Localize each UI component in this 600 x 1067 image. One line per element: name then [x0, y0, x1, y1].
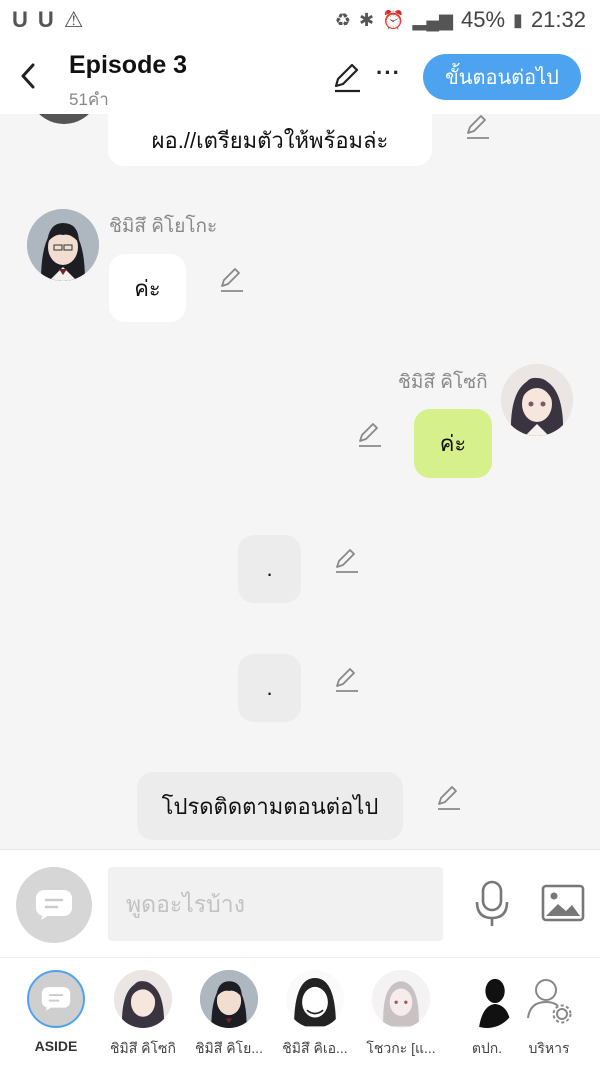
avatar: [114, 970, 172, 1028]
status-bar: U U ⚠ ♻ ✱ ⏰ ▂▄▆ 45% ▮ 21:32: [0, 0, 600, 40]
aside-avatar: [27, 970, 85, 1028]
narration-bubble[interactable]: .: [238, 535, 301, 603]
message-bubble[interactable]: ผอ.//เตรียมตัวให้พร้อมล่ะ: [108, 114, 432, 166]
message-text: ผอ.//เตรียมตัวให้พร้อมล่ะ: [151, 127, 389, 153]
narration-text: โปรดติดตามตอนต่อไป: [161, 793, 379, 819]
alarm-icon: ⏰: [382, 9, 405, 30]
narration-text: .: [266, 556, 273, 581]
chevron-left-icon: [21, 63, 35, 89]
status-right: ♻ ✱ ⏰ ▂▄▆ 45% ▮ 21:32: [335, 7, 586, 33]
signal-icon: ▂▄▆: [412, 9, 453, 30]
character-label: ASIDE: [34, 1038, 78, 1054]
edit-message-icon[interactable]: [218, 267, 244, 293]
character-item[interactable]: ชิมิสึ คิโย...: [186, 970, 272, 1060]
character-label: โชวกะ [แ...: [366, 1040, 436, 1056]
message-text: ค่ะ: [134, 275, 161, 301]
character-name: ชิมิสึ คิโยโกะ: [109, 216, 218, 237]
character-label: ชิมิสึ คิโซกิ: [109, 1040, 177, 1056]
page-title: Episode 3: [69, 51, 188, 79]
character-portrait: [501, 364, 573, 436]
avatar: [200, 970, 258, 1028]
edit-pencil-icon[interactable]: [330, 62, 362, 94]
character-item[interactable]: ชิมิสึ คิเอ...: [272, 970, 358, 1060]
chat-bubble-icon: [36, 890, 72, 920]
chat-area: ผอ.//เตรียมตัวให้พร้อมล่ะ ชิมิสึ คิโยโกะ…: [0, 114, 600, 849]
narration-bubble[interactable]: .: [238, 654, 301, 722]
character-portrait: [286, 970, 344, 1028]
status-left-icons: U U ⚠: [12, 7, 84, 33]
battery-saver-icon: ♻: [334, 9, 352, 30]
notification-u-icon: U: [12, 7, 28, 32]
avatar: [28, 114, 100, 124]
bluetooth-icon: ✱: [359, 9, 375, 30]
next-step-button[interactable]: ขั้นตอนต่อไป: [423, 54, 581, 100]
battery-icon: ▮: [513, 9, 523, 30]
user-settings-icon: [527, 979, 572, 1024]
character-bar: ASIDE ชิมิสึ คิโซกิ ชิมิสึ คิโย... ชิมิส…: [0, 957, 600, 1067]
back-button[interactable]: [14, 60, 42, 92]
more-options-icon[interactable]: ···: [376, 60, 401, 86]
character-portrait: [114, 970, 172, 1028]
character-label: บริหาร: [528, 1040, 570, 1056]
microphone-icon[interactable]: [471, 880, 513, 928]
message-bubble[interactable]: ค่ะ: [109, 254, 186, 322]
clock: 21:32: [530, 7, 586, 32]
avatar: [372, 970, 430, 1028]
manage-icon-wrap: [520, 970, 578, 1028]
narration-mode-button[interactable]: [16, 867, 92, 943]
character-label: ชิมิสึ คิเอ...: [282, 1040, 348, 1056]
warning-icon: ⚠: [63, 7, 84, 32]
battery-percent: 45%: [460, 7, 506, 32]
avatar: [501, 364, 573, 436]
character-aside[interactable]: ASIDE: [13, 970, 99, 1054]
notification-u-icon: U: [37, 7, 54, 32]
edit-message-icon[interactable]: [333, 667, 359, 693]
character-item[interactable]: ชิมิสึ คิโซกิ: [100, 970, 186, 1060]
character-portrait: [27, 209, 99, 281]
avatar: [286, 970, 344, 1028]
input-bar: [0, 849, 600, 957]
message-input[interactable]: [108, 867, 443, 941]
narration-text: .: [266, 675, 273, 700]
chat-bubble-icon: [41, 987, 71, 1011]
header: Episode 3 51คำ ··· ขั้นตอนต่อไป: [0, 40, 600, 114]
word-count: 51คำ: [69, 90, 109, 109]
narration-bubble[interactable]: โปรดติดตามตอนต่อไป: [137, 772, 403, 840]
edit-message-icon[interactable]: [356, 422, 382, 448]
manage-characters-button[interactable]: บริหาร: [506, 970, 592, 1060]
character-name: ชิมิสึ คิโซกิ: [398, 372, 488, 393]
message-text: ค่ะ: [439, 431, 467, 456]
edit-message-icon[interactable]: [464, 114, 490, 140]
image-upload-icon[interactable]: [541, 883, 585, 923]
character-portrait: [200, 970, 258, 1028]
avatar: [27, 209, 99, 281]
edit-message-icon[interactable]: [435, 785, 461, 811]
edit-message-icon[interactable]: [333, 548, 359, 574]
character-portrait: [372, 970, 430, 1028]
character-label: ชิมิสึ คิโย...: [195, 1040, 263, 1056]
character-item[interactable]: โชวกะ [แ...: [358, 970, 444, 1060]
message-bubble[interactable]: ค่ะ: [414, 409, 492, 478]
